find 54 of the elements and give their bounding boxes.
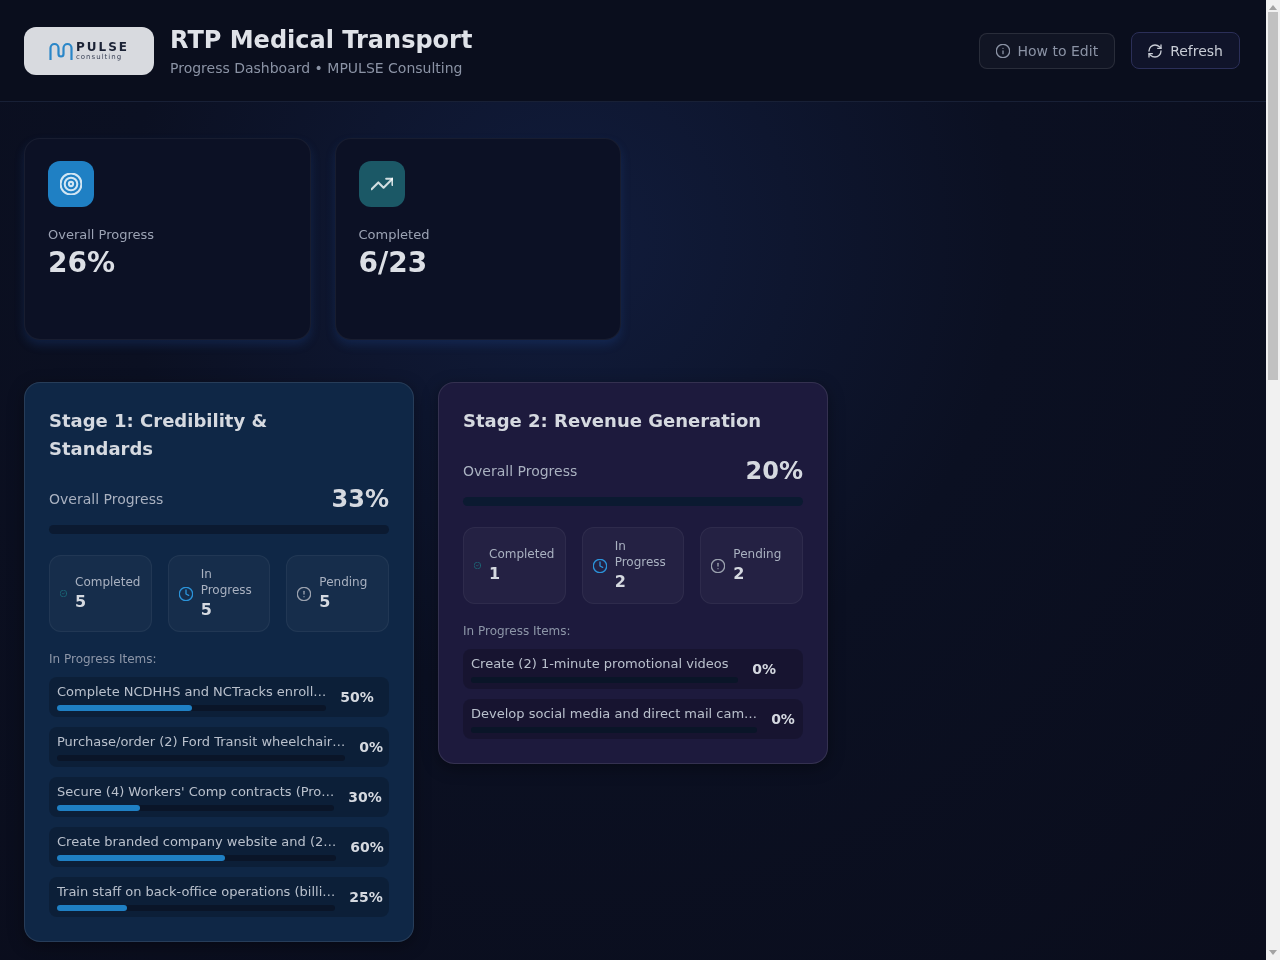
stat-count: 5 bbox=[319, 590, 332, 613]
stage-title: Stage 1: Credibility & Standards bbox=[49, 409, 269, 461]
arrow-up-icon[interactable] bbox=[1269, 5, 1277, 10]
stat-count: 5 bbox=[200, 598, 213, 621]
circle-check-icon bbox=[60, 590, 67, 597]
task-text: Create (2) 1-minute promotional videos bbox=[471, 655, 729, 672]
stat-label: Pending bbox=[319, 573, 368, 590]
progress-label: Overall Progress bbox=[463, 462, 578, 481]
stage-title: Stage 2: Revenue Generation bbox=[463, 409, 762, 433]
stat-label: In Progress bbox=[200, 565, 253, 598]
task-text: Secure (4) Workers' Comp contracts (Pro… bbox=[57, 783, 335, 800]
stat-label: Completed bbox=[358, 226, 430, 244]
task-text: Develop social media and direct mail cam… bbox=[471, 705, 758, 722]
scrollbar-thumb[interactable] bbox=[1268, 12, 1278, 380]
task-percent: 0% bbox=[771, 710, 795, 729]
stat-label: Overall Progress bbox=[48, 226, 155, 244]
stat-value: 6/23 bbox=[358, 245, 428, 281]
task-text: Complete NCDHHS and NCTracks enroll… bbox=[57, 683, 327, 700]
task-text: Train staff on back-office operations (billi… bbox=[57, 883, 336, 900]
stat-label: Pending bbox=[733, 545, 782, 562]
task-percent: 30% bbox=[348, 788, 382, 807]
refresh-button[interactable]: Refresh bbox=[1131, 32, 1240, 69]
clock-icon bbox=[592, 558, 607, 573]
stat-value: 26% bbox=[48, 245, 116, 281]
progress-value: 20% bbox=[745, 456, 803, 487]
app-subtitle: Progress Dashboard • MPULSE Consulting bbox=[170, 58, 464, 78]
arrow-down-icon[interactable] bbox=[1269, 950, 1277, 955]
app-title: RTP Medical Transport bbox=[170, 24, 473, 56]
task-percent: 0% bbox=[752, 660, 776, 679]
task-text: Purchase/order (2) Ford Transit wheelchair… bbox=[57, 733, 346, 750]
logo-wordmark: PULSE bbox=[76, 40, 129, 53]
stat-label: Completed bbox=[75, 573, 141, 590]
clock-icon bbox=[178, 586, 193, 601]
info-icon bbox=[995, 43, 1010, 58]
section-heading: In Progress Items: bbox=[463, 623, 571, 639]
wave-logo-icon bbox=[49, 40, 73, 61]
stat-label: In Progress bbox=[614, 537, 667, 570]
task-percent: 25% bbox=[349, 888, 383, 907]
stat-count: 2 bbox=[733, 562, 746, 585]
task-text: Create branded company website and (2… bbox=[57, 833, 337, 850]
help-button[interactable]: How to Edit bbox=[978, 32, 1116, 69]
stat-count: 2 bbox=[614, 570, 627, 593]
scrollbar[interactable] bbox=[1266, 0, 1280, 960]
stat-label: Completed bbox=[489, 545, 555, 562]
task-percent: 0% bbox=[359, 738, 383, 757]
task-percent: 50% bbox=[340, 688, 374, 707]
stat-count: 1 bbox=[489, 562, 502, 585]
section-heading: In Progress Items: bbox=[49, 651, 157, 667]
circle-check-icon bbox=[474, 562, 481, 569]
progress-value: 33% bbox=[331, 484, 389, 515]
task-percent: 60% bbox=[350, 838, 384, 857]
stat-count: 5 bbox=[75, 590, 88, 613]
refresh-icon bbox=[1148, 43, 1163, 58]
progress-label: Overall Progress bbox=[49, 490, 164, 509]
